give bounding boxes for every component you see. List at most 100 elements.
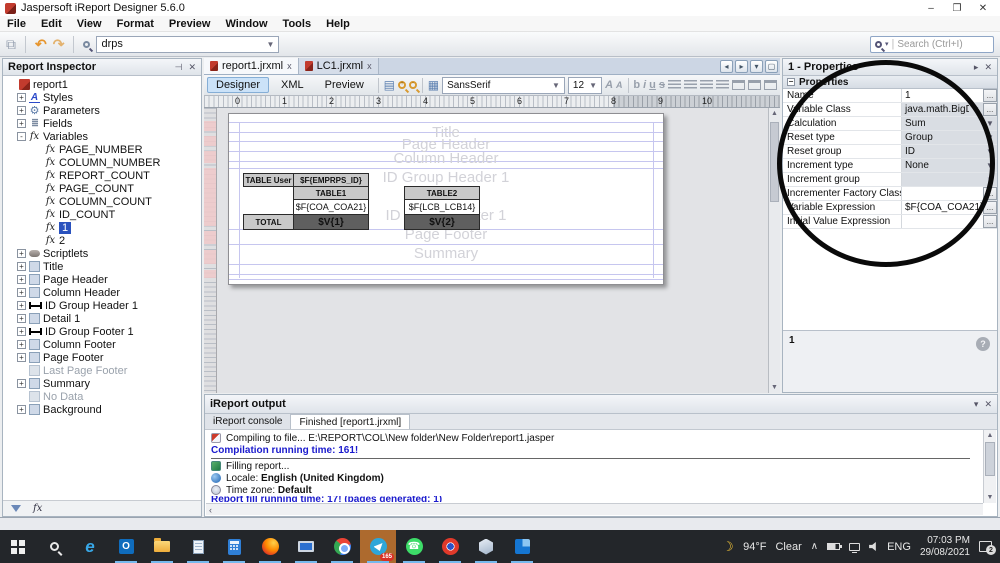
- weather-temp[interactable]: 94°F: [743, 541, 766, 553]
- minimize-window-icon[interactable]: ▾: [974, 399, 979, 410]
- remote-desktop-icon[interactable]: [288, 530, 324, 563]
- tree-item-variable-2[interactable]: fx2: [3, 234, 201, 247]
- font-size-combobox[interactable]: 12▼: [568, 77, 602, 94]
- telegram-icon[interactable]: 165: [360, 530, 396, 563]
- chevron-down-icon[interactable]: ▼: [267, 40, 275, 49]
- tree-item-summary-band[interactable]: +Summary: [3, 377, 201, 390]
- scroll-right-icon[interactable]: ▸: [735, 60, 748, 73]
- network-icon[interactable]: [849, 543, 860, 551]
- variable-expression-field[interactable]: $F{COA_COA21}: [901, 201, 983, 214]
- report-page[interactable]: Title Page Header Column Header ID Group…: [228, 113, 664, 285]
- tree-item-id-group-footer[interactable]: +ID Group Footer 1: [3, 325, 201, 338]
- expand-toggle[interactable]: +: [17, 327, 26, 336]
- tree-item-styles[interactable]: +AStyles: [3, 91, 201, 104]
- tree-item-scriptlets[interactable]: +Scriptlets: [3, 247, 201, 260]
- menu-preview[interactable]: Preview: [169, 18, 211, 30]
- expand-toggle[interactable]: -: [17, 132, 26, 141]
- field-emprps-id[interactable]: $F{EMPRPS_ID}: [293, 173, 369, 187]
- expand-toggle[interactable]: +: [17, 93, 26, 102]
- tree-item-parameters[interactable]: +⚙Parameters: [3, 104, 201, 117]
- tab-close-icon[interactable]: x: [287, 61, 292, 71]
- weather-moon-icon[interactable]: ☾: [722, 539, 734, 555]
- collapse-icon[interactable]: −: [787, 78, 795, 86]
- align-justify-icon[interactable]: [716, 80, 729, 90]
- expand-toggle[interactable]: [7, 80, 16, 89]
- tree-item-id-group-header[interactable]: +ID Group Header 1: [3, 299, 201, 312]
- tab-finished-report1[interactable]: Finished [report1.jrxml]: [291, 414, 410, 429]
- shrink-font-icon[interactable]: A: [616, 80, 623, 90]
- expand-toggle[interactable]: +: [17, 405, 26, 414]
- tree-item-page-count[interactable]: fxPAGE_COUNT: [3, 182, 201, 195]
- tab-ireport-console[interactable]: iReport console: [205, 414, 291, 429]
- browser-red-icon[interactable]: [432, 530, 468, 563]
- dock-icon[interactable]: ⊣: [175, 62, 183, 73]
- view-designer-button[interactable]: Designer: [207, 77, 269, 93]
- outlook-icon[interactable]: O: [108, 530, 144, 563]
- expand-toggle[interactable]: +: [17, 119, 26, 128]
- tab-close-icon[interactable]: x: [367, 61, 372, 71]
- search-input[interactable]: ▾ | Search (Ctrl+I): [870, 36, 994, 53]
- expand-toggle[interactable]: +: [17, 314, 26, 323]
- chevron-down-icon[interactable]: ▼: [969, 103, 983, 116]
- menu-edit[interactable]: Edit: [41, 18, 62, 30]
- expand-toggle[interactable]: +: [17, 249, 26, 258]
- align-left-icon[interactable]: [668, 80, 681, 90]
- ellipsis-button[interactable]: ...: [983, 187, 997, 200]
- maximize-button[interactable]: ❐: [945, 3, 969, 14]
- font-family-combobox[interactable]: SansSerif▼: [442, 77, 565, 94]
- clock[interactable]: 07:03 PM 29/08/2021: [920, 535, 970, 559]
- scroll-left-icon[interactable]: ‹: [209, 505, 212, 515]
- tree-item-fields[interactable]: +≣Fields: [3, 117, 201, 130]
- valign-middle-icon[interactable]: [748, 80, 761, 90]
- tab-list-icon[interactable]: ▾: [750, 60, 763, 73]
- tree-item-page-header-band[interactable]: +Page Header: [3, 273, 201, 286]
- align-right-icon[interactable]: [700, 80, 713, 90]
- battery-icon[interactable]: [827, 543, 840, 550]
- notification-center-icon[interactable]: 2: [979, 541, 992, 552]
- tree-item-background-band[interactable]: +Background: [3, 403, 201, 416]
- tree-item-last-page-footer[interactable]: Last Page Footer: [3, 364, 201, 377]
- bold-icon[interactable]: b: [633, 79, 640, 91]
- reset-group-select[interactable]: ID: [901, 145, 983, 158]
- field-lcb-lcb14[interactable]: $F{LCB_LCB14}: [404, 199, 480, 215]
- static-text-table2[interactable]: TABLE2: [404, 186, 480, 200]
- align-center-icon[interactable]: [684, 80, 697, 90]
- expand-toggle[interactable]: +: [17, 353, 26, 362]
- console-horizontal-scrollbar[interactable]: ‹: [206, 503, 983, 515]
- tree-item-column-footer-band[interactable]: +Column Footer: [3, 338, 201, 351]
- field-coa-coa21[interactable]: $F{COA_COA21}: [293, 199, 369, 215]
- maximize-editor-icon[interactable]: ▢: [765, 60, 778, 73]
- dock-icon[interactable]: ▸: [974, 62, 979, 73]
- ellipsis-button[interactable]: ...: [983, 201, 997, 214]
- strikethrough-icon[interactable]: s: [659, 79, 665, 91]
- calculator-icon[interactable]: [216, 530, 252, 563]
- filter-fx-icon[interactable]: fx: [33, 503, 42, 514]
- file-explorer-icon[interactable]: [144, 530, 180, 563]
- start-button[interactable]: [0, 530, 36, 563]
- expand-toggle[interactable]: +: [17, 340, 26, 349]
- valign-top-icon[interactable]: [732, 80, 745, 90]
- expand-toggle[interactable]: +: [17, 379, 26, 388]
- initial-value-field[interactable]: [901, 215, 983, 228]
- filter-icon[interactable]: [11, 505, 21, 512]
- print-preview-icon[interactable]: ▤: [384, 79, 395, 91]
- reset-type-select[interactable]: Group: [901, 131, 983, 144]
- canvas-scrollbar[interactable]: ▲ ▼: [768, 108, 780, 393]
- variable-class-select[interactable]: java.math.BigDecimal: [901, 103, 969, 116]
- tab-report1[interactable]: report1.jrxml x: [204, 58, 299, 74]
- view-xml-button[interactable]: XML: [272, 77, 313, 93]
- internet-explorer-icon[interactable]: e: [72, 530, 108, 563]
- expand-toggle[interactable]: +: [17, 106, 26, 115]
- close-icon[interactable]: ✕: [984, 62, 992, 73]
- tree-item-column-count[interactable]: fxCOLUMN_COUNT: [3, 195, 201, 208]
- expand-toggle[interactable]: +: [17, 288, 26, 297]
- chevron-down-icon[interactable]: ▼: [983, 131, 997, 144]
- undo-icon[interactable]: ↶: [35, 37, 47, 51]
- incrementer-factory-field[interactable]: [901, 187, 983, 200]
- tray-chevron-icon[interactable]: ∧: [811, 541, 818, 552]
- close-icon[interactable]: ✕: [188, 62, 196, 73]
- minimize-button[interactable]: –: [919, 3, 943, 14]
- tree-item-page-footer-band[interactable]: +Page Footer: [3, 351, 201, 364]
- preview-run-icon[interactable]: [83, 41, 90, 48]
- cube-app-icon[interactable]: [468, 530, 504, 563]
